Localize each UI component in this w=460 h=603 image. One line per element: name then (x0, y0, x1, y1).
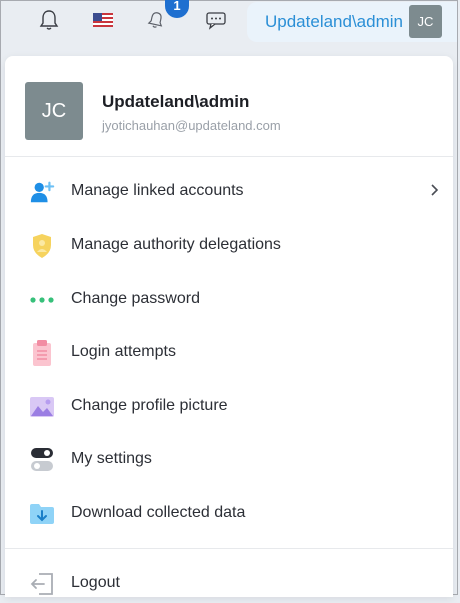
top-bar: 1 Updateland\admin JC (0, 0, 460, 44)
profile-name: Updateland\admin (102, 92, 250, 111)
profile-email: jyotichauhan@updateland.com (102, 118, 281, 133)
picture-icon (29, 394, 55, 420)
clipboard-icon (29, 340, 55, 366)
menu-item-label: Change profile picture (71, 397, 228, 414)
us-flag-icon[interactable] (91, 8, 115, 32)
user-menu-toggle[interactable]: Updateland\admin JC (247, 2, 457, 42)
notification-badge: 1 (165, 0, 189, 18)
menu-item-download-collected-data[interactable]: Download collected data (5, 493, 453, 533)
logout-button[interactable]: Logout (5, 563, 453, 603)
menu-item-login-attempts[interactable]: Login attempts (5, 332, 453, 372)
profile-avatar: JC (25, 82, 83, 140)
menu-item-label: My settings (71, 450, 152, 467)
user-dropdown-panel: JC Updateland\admin jyotichauhan@updatel… (5, 56, 453, 597)
menu-item-manage-authority-delegations[interactable]: Manage authority delegations (5, 225, 453, 265)
chat-icon[interactable] (204, 8, 228, 32)
menu-item-label: Manage linked accounts (71, 182, 244, 199)
toggle-settings-icon (29, 447, 55, 473)
logout-icon (29, 571, 55, 597)
shield-icon (29, 233, 55, 259)
menu-item-label: Login attempts (71, 343, 176, 360)
logout-label: Logout (71, 574, 120, 591)
menu-item-label: Manage authority delegations (71, 236, 281, 253)
menu-item-my-settings[interactable]: My settings (5, 439, 453, 479)
menu-item-label: Download collected data (71, 504, 246, 521)
divider (5, 156, 453, 157)
password-dots-icon (29, 287, 55, 313)
menu-item-manage-linked-accounts[interactable]: Manage linked accounts (5, 171, 453, 211)
download-folder-icon (29, 501, 55, 527)
bell-icon[interactable] (37, 8, 61, 32)
linked-accounts-icon (29, 179, 55, 205)
menu-item-change-profile-picture[interactable]: Change profile picture (5, 386, 453, 426)
avatar: JC (409, 5, 442, 38)
menu-item-change-password[interactable]: Change password (5, 279, 453, 319)
menu-item-label: Change password (71, 290, 200, 307)
chevron-right-icon (429, 183, 441, 197)
user-pill-name: Updateland\admin (265, 12, 403, 31)
divider (5, 548, 453, 549)
